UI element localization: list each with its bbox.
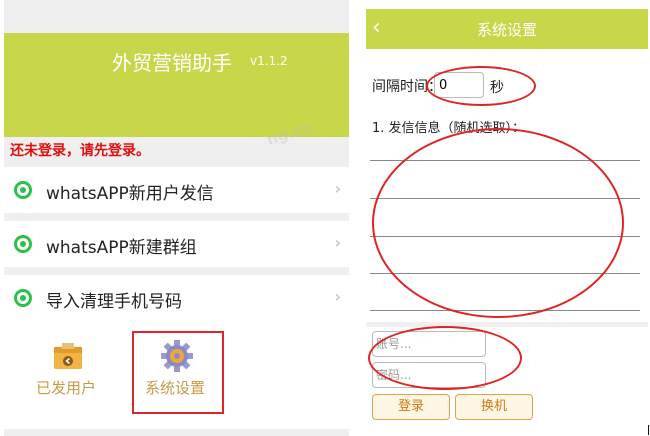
message-line[interactable] [370, 273, 640, 274]
bottom-bar: 已发用户 系统设置 [4, 321, 349, 429]
whatsapp-icon [14, 289, 32, 307]
menu-item-import-numbers[interactable]: 导入清理手机号码 › [4, 275, 349, 321]
whatsapp-icon [14, 235, 32, 253]
interval-unit: 秒 [490, 80, 504, 96]
highlight-frame [132, 331, 224, 414]
whatsapp-icon [14, 181, 32, 199]
annotation-ellipse [372, 128, 624, 318]
chevron-right-icon: › [334, 287, 341, 306]
text-cursor [648, 425, 649, 435]
message-line[interactable] [370, 198, 640, 199]
divider [366, 322, 648, 327]
chevron-right-icon: › [334, 233, 341, 252]
app-version: v1.1.2 [250, 54, 288, 68]
settings-header: ‹ 系统设置 [366, 9, 648, 49]
page-title: 系统设置 [476, 21, 537, 39]
message-line[interactable] [370, 160, 640, 161]
box-icon [54, 343, 82, 369]
menu-item-label: whatsAPP新用户发信 [46, 184, 214, 204]
menu-item-label: whatsAPP新建群组 [46, 238, 197, 258]
message-line[interactable] [370, 310, 640, 311]
login-button[interactable]: 登录 [372, 394, 450, 420]
account-input[interactable] [372, 331, 486, 357]
app-title: 外贸营销助手 [112, 51, 232, 75]
message-label: 1. 发信信息（随机选取）： [372, 121, 526, 136]
settings-screen: ‹ 系统设置 间隔时间： 秒 1. 发信信息（随机选取）： 登录 换机 [366, 0, 648, 436]
main-screen: 外贸营销助手 v1.1.2 ng.cn SA. 还未登录，请先登录。 whats… [4, 0, 349, 436]
chevron-right-icon: › [334, 179, 341, 198]
menu-item-label: 导入清理手机号码 [46, 292, 182, 312]
message-line[interactable] [370, 236, 640, 237]
interval-label: 间隔时间： [372, 79, 442, 95]
password-input[interactable] [372, 362, 486, 388]
interval-input[interactable] [434, 72, 484, 98]
tile-label: 已发用户 [36, 379, 97, 397]
menu-item-new-user-message[interactable]: whatsAPP新用户发信 › [4, 167, 349, 213]
login-warning: 还未登录，请先登录。 [10, 143, 150, 159]
menu-item-new-group[interactable]: whatsAPP新建群组 › [4, 221, 349, 267]
switch-device-button[interactable]: 换机 [455, 394, 533, 420]
